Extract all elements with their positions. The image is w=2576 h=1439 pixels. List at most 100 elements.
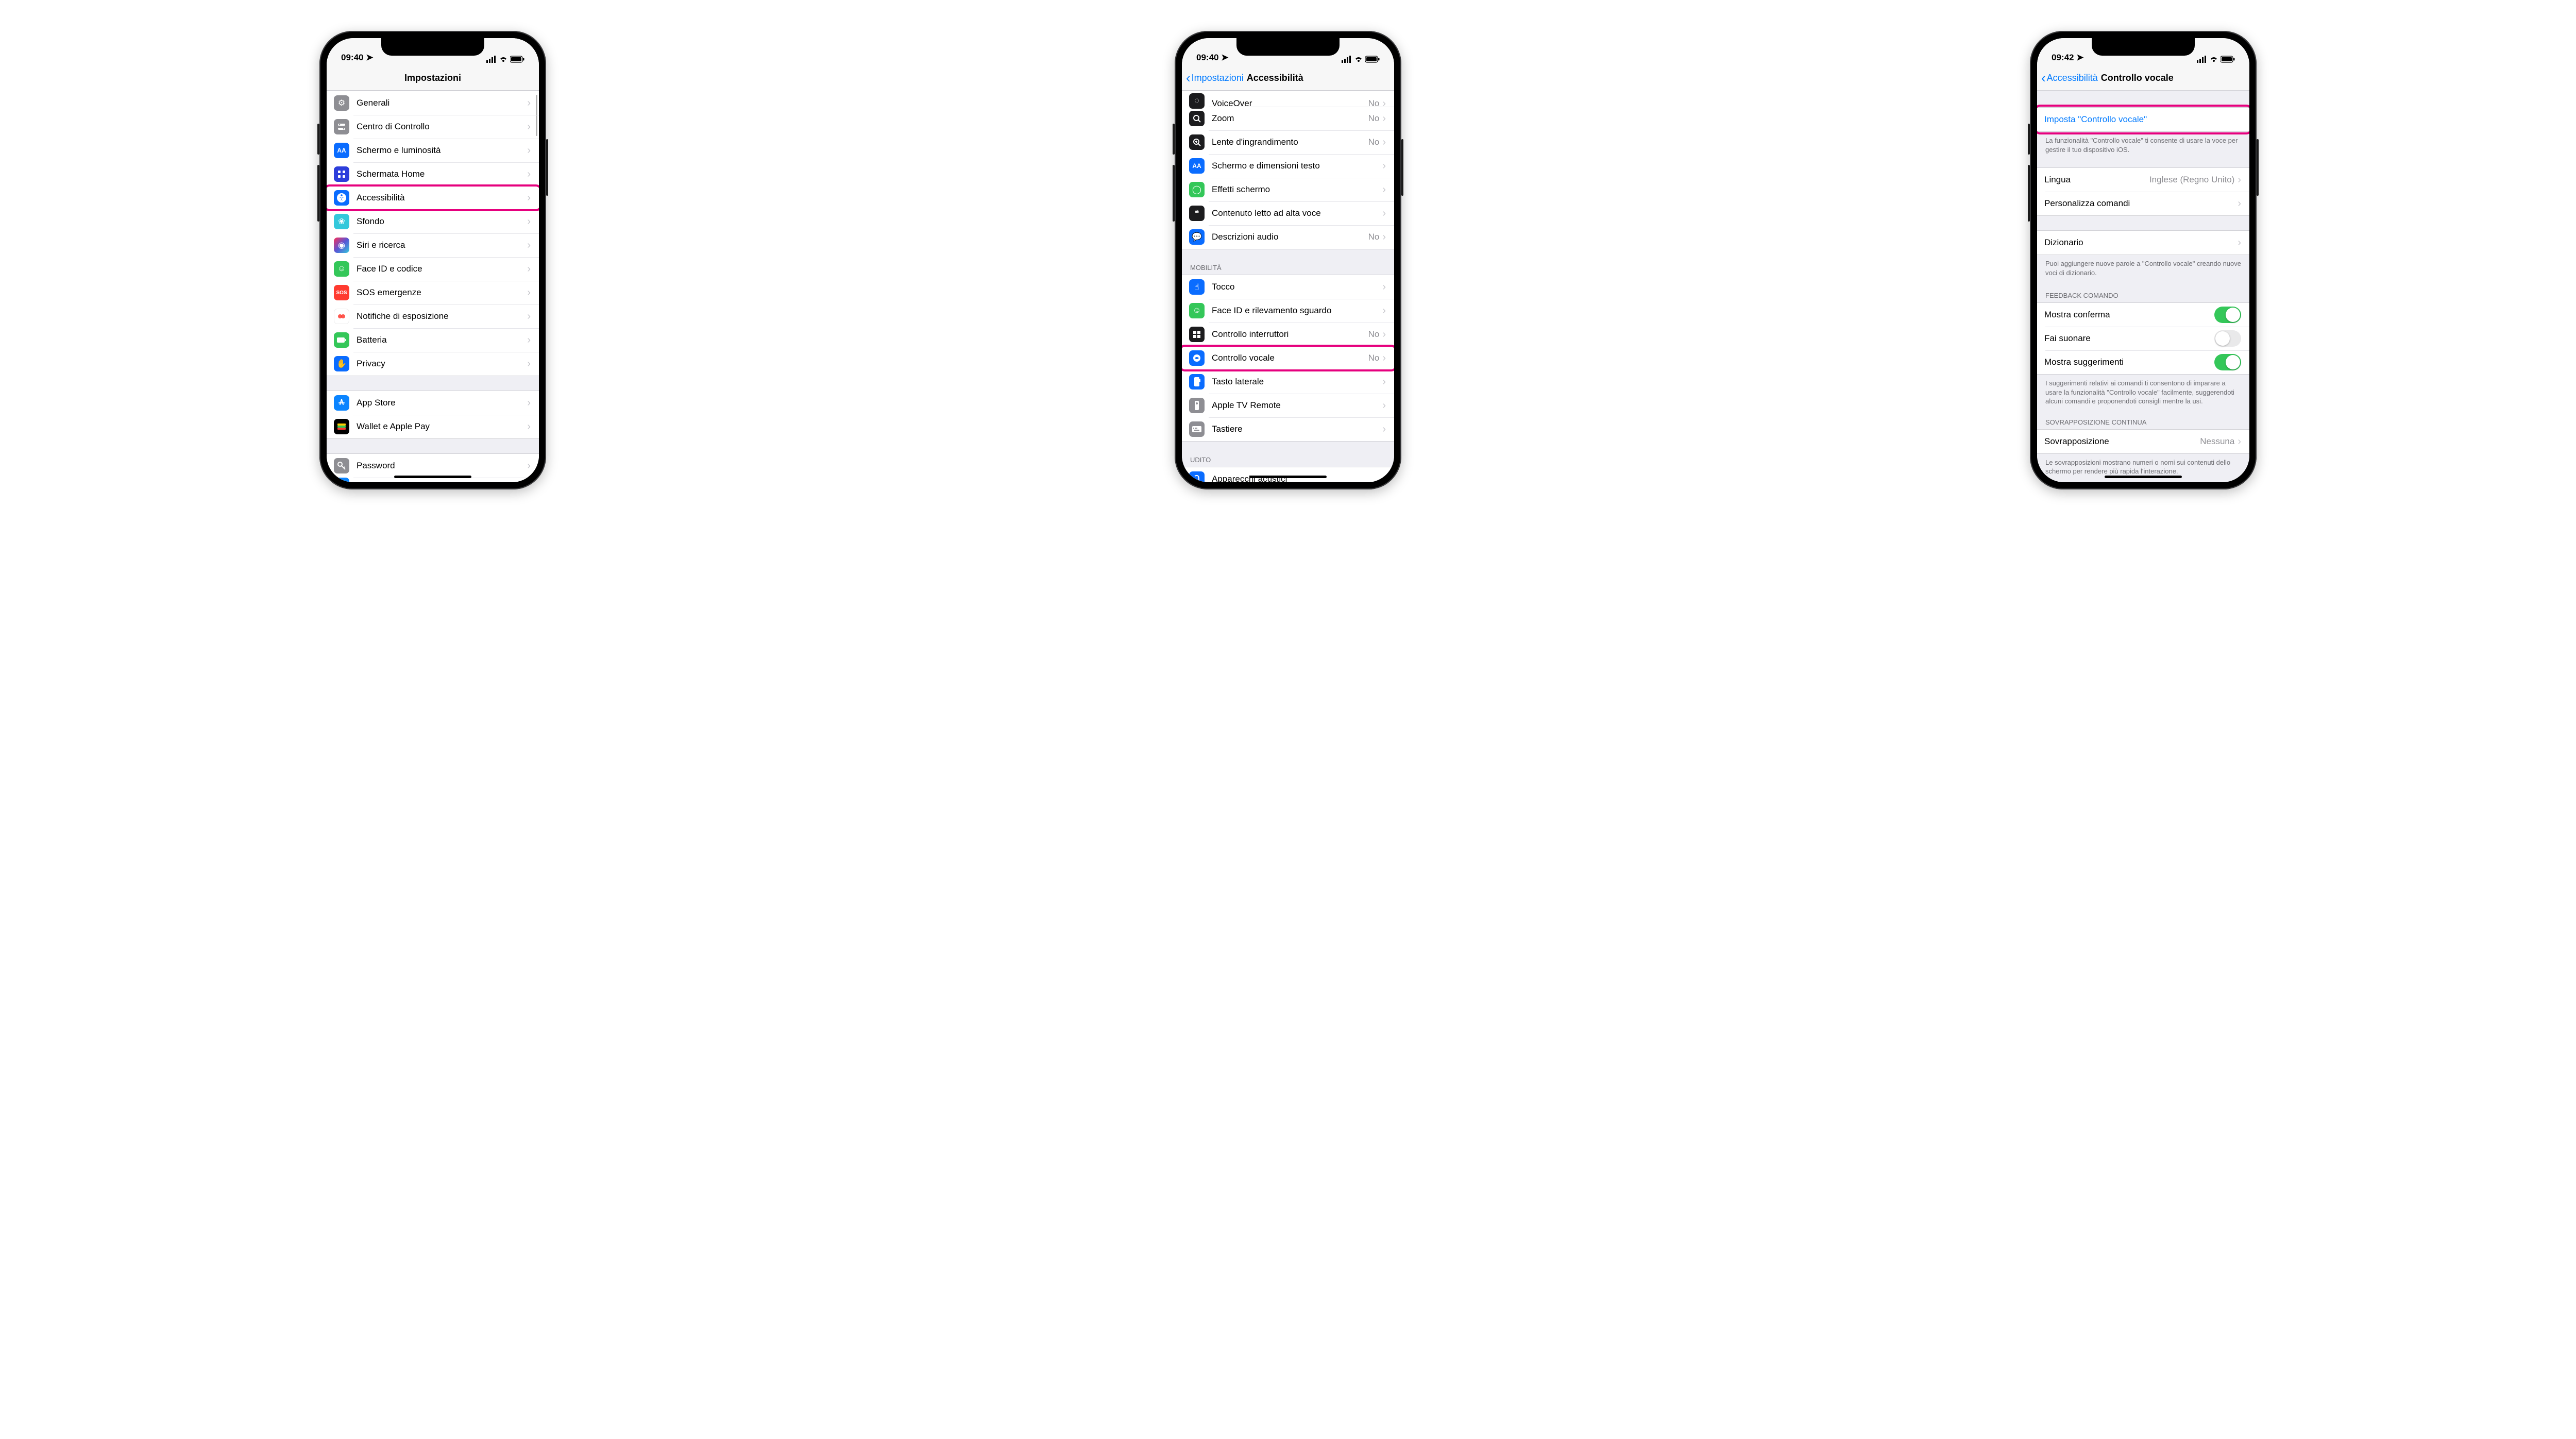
chevron-right-icon: › [527, 421, 531, 432]
exposure-icon [334, 309, 349, 324]
row-tv-remote[interactable]: Apple TV Remote › [1182, 394, 1394, 417]
row-siri[interactable]: ◉ Siri e ricerca › [327, 233, 539, 257]
chevron-right-icon: › [2238, 175, 2241, 185]
chevron-right-icon: › [1382, 377, 1386, 387]
chevron-right-icon: › [527, 264, 531, 274]
location-arrow-icon: ➤ [1221, 53, 1228, 62]
row-customize[interactable]: Personalizza comandi › [2037, 192, 2249, 215]
row-accessibility[interactable]: Accessibilità › [327, 186, 539, 210]
row-touch[interactable]: ☝︎ Tocco › [1182, 275, 1394, 299]
chevron-right-icon: › [1382, 424, 1386, 434]
row-language[interactable]: Lingua Inglese (Regno Unito) › [2037, 168, 2249, 192]
back-button[interactable]: ‹ Impostazioni [1186, 70, 1244, 86]
text-size-icon: AA [1189, 158, 1205, 174]
row-motion[interactable]: ◯ Effetti schermo › [1182, 178, 1394, 201]
chevron-right-icon: › [1382, 282, 1386, 292]
row-display[interactable]: AA Schermo e luminosità › [327, 139, 539, 162]
home-indicator[interactable] [2105, 476, 2182, 478]
row-spoken[interactable]: ❝ Contenuto letto ad alta voce › [1182, 201, 1394, 225]
row-hearing-devices[interactable]: Apparecchi acustici › [1182, 467, 1394, 482]
row-face-attention[interactable]: ☺︎ Face ID e rilevamento sguardo › [1182, 299, 1394, 323]
nav-bar: ‹ Impostazioni Accessibilità [1182, 66, 1394, 91]
chevron-right-icon: › [1382, 113, 1386, 124]
row-show-hints[interactable]: Mostra suggerimenti [2037, 350, 2249, 374]
chevron-right-icon: › [1382, 306, 1386, 316]
chevron-right-icon: › [1382, 137, 1386, 147]
battery-icon [1365, 56, 1380, 63]
home-screen-icon [334, 166, 349, 182]
clock: 09:40 [341, 53, 363, 62]
phone-settings: 09:40 ➤ Impostazioni ⚙︎ Generali › [319, 31, 546, 489]
row-play-sound[interactable]: Fai suonare [2037, 327, 2249, 350]
keyboard-icon [1189, 421, 1205, 437]
section-header-feedback: FEEDBACK COMANDO [2037, 286, 2249, 302]
row-voice-control[interactable]: Controllo vocale No › [1182, 346, 1394, 370]
voice-control-settings[interactable]: Imposta "Controllo vocale" La funzionali… [2037, 91, 2249, 482]
nav-title: Accessibilità [1247, 73, 1303, 83]
row-wallpaper[interactable]: ❀ Sfondo › [327, 210, 539, 233]
row-setup-voice-control[interactable]: Imposta "Controllo vocale" [2037, 108, 2249, 131]
switch-show-hints[interactable] [2214, 354, 2241, 370]
row-battery[interactable]: Batteria › [327, 328, 539, 352]
chevron-right-icon: › [1382, 353, 1386, 363]
row-dictionary[interactable]: Dizionario › [2037, 231, 2249, 255]
phone-accessibility: 09:40 ➤ ‹ Impostazioni Accessibilità ◌ V… [1175, 31, 1401, 489]
gear-icon: ⚙︎ [334, 95, 349, 111]
row-overlay[interactable]: Sovrapposizione Nessuna › [2037, 430, 2249, 453]
row-magnifier[interactable]: Lente d'ingrandimento No › [1182, 130, 1394, 154]
row-keyboards[interactable]: Tastiere › [1182, 417, 1394, 441]
cellular-icon [1342, 56, 1352, 63]
accessibility-list[interactable]: ◌ VoiceOver No › Zoom No › [1182, 91, 1394, 482]
ear-icon [1189, 471, 1205, 482]
zoom-icon [1189, 111, 1205, 126]
row-password[interactable]: Password › [327, 454, 539, 478]
row-control-center[interactable]: Centro di Controllo › [327, 115, 539, 139]
section-header-overlay: SOVRAPPOSIZIONE CONTINUA [2037, 413, 2249, 429]
battery-settings-icon [334, 332, 349, 348]
row-voiceover[interactable]: ◌ VoiceOver No › [1182, 91, 1394, 107]
motion-icon: ◯ [1189, 182, 1205, 197]
footer-setup: La funzionalità "Controllo vocale" ti co… [2037, 132, 2249, 156]
display-icon: AA [334, 143, 349, 158]
chevron-left-icon: ‹ [1186, 70, 1191, 86]
wifi-icon [499, 56, 508, 63]
location-arrow-icon: ➤ [2076, 53, 2083, 62]
row-sos[interactable]: SOS SOS emergenze › [327, 281, 539, 304]
side-button-icon [1189, 374, 1205, 390]
home-indicator[interactable] [394, 476, 471, 478]
switch-play-sound[interactable] [2214, 330, 2241, 347]
row-side-button[interactable]: Tasto laterale › [1182, 370, 1394, 394]
nav-title: Controllo vocale [2101, 73, 2174, 83]
chevron-right-icon: › [527, 461, 531, 471]
row-faceid[interactable]: ☺︎ Face ID e codice › [327, 257, 539, 281]
row-display-text[interactable]: AA Schermo e dimensioni testo › [1182, 154, 1394, 178]
row-show-confirm[interactable]: Mostra conferma [2037, 303, 2249, 327]
settings-list[interactable]: ⚙︎ Generali › Centro di Controllo › AA S… [327, 91, 539, 482]
row-appstore[interactable]: App Store › [327, 391, 539, 415]
siri-icon: ◉ [334, 238, 349, 253]
chevron-right-icon: › [527, 311, 531, 321]
chevron-right-icon: › [527, 98, 531, 108]
nav-title: Impostazioni [327, 73, 539, 83]
chevron-right-icon: › [527, 216, 531, 227]
row-partial[interactable] [327, 478, 539, 482]
row-privacy[interactable]: ✋ Privacy › [327, 352, 539, 376]
row-wallet[interactable]: Wallet e Apple Pay › [327, 415, 539, 438]
row-exposure[interactable]: Notifiche di esposizione › [327, 304, 539, 328]
nav-bar: ‹ Accessibilità Controllo vocale [2037, 66, 2249, 91]
spoken-icon: ❝ [1189, 206, 1205, 221]
row-zoom[interactable]: Zoom No › [1182, 107, 1394, 130]
row-general[interactable]: ⚙︎ Generali › [327, 91, 539, 115]
wifi-icon [2209, 56, 2218, 63]
back-button[interactable]: ‹ Accessibilità [2041, 70, 2098, 86]
row-home-screen[interactable]: Schermata Home › [327, 162, 539, 186]
row-switch-control[interactable]: Controllo interruttori No › [1182, 323, 1394, 346]
status-icons [486, 56, 524, 63]
switch-show-confirm[interactable] [2214, 307, 2241, 323]
chevron-right-icon: › [527, 287, 531, 298]
touch-icon: ☝︎ [1189, 279, 1205, 295]
home-indicator[interactable] [1249, 476, 1327, 478]
chevron-right-icon: › [527, 359, 531, 369]
sos-icon: SOS [334, 285, 349, 300]
row-audio-desc[interactable]: 💬 Descrizioni audio No › [1182, 225, 1394, 249]
